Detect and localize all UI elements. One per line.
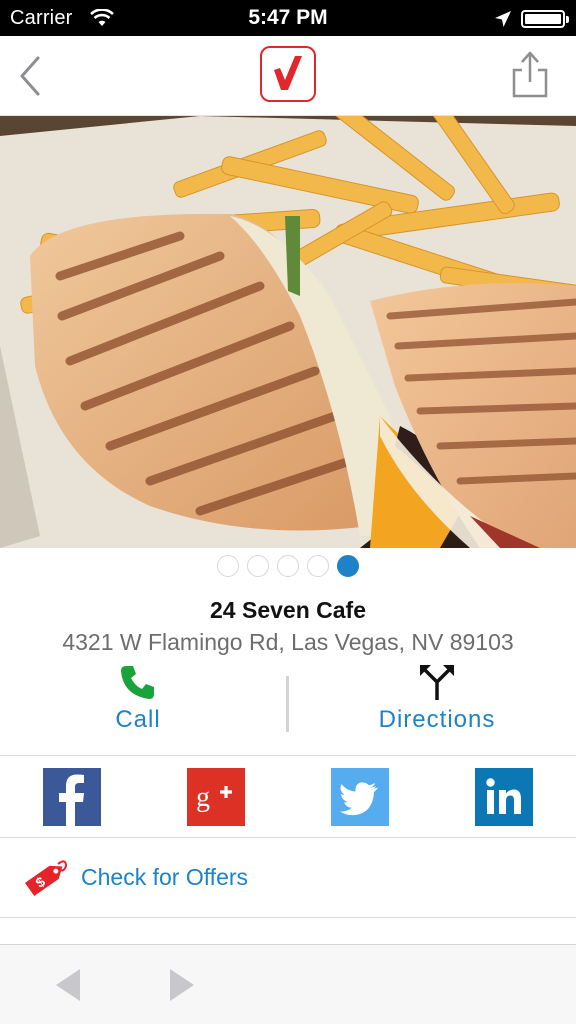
directions-button[interactable]: Directions xyxy=(340,662,534,740)
business-name: 24 Seven Cafe xyxy=(210,597,366,623)
share-button[interactable] xyxy=(510,50,550,100)
check-offers-row[interactable]: $ Check for Offers xyxy=(0,840,576,916)
app-logo xyxy=(260,46,316,102)
check-offers-label: Check for Offers xyxy=(81,864,249,890)
triangle-left-icon xyxy=(56,969,80,1001)
svg-text:g: g xyxy=(196,782,210,813)
divider xyxy=(0,837,576,838)
pager-dot-active[interactable] xyxy=(337,555,359,577)
facebook-icon xyxy=(59,774,84,826)
clock: 5:47 PM xyxy=(248,6,328,29)
google-plus-button[interactable]: g xyxy=(187,768,245,826)
google-plus-icon: g xyxy=(196,782,232,813)
phone-icon xyxy=(121,666,154,699)
triangle-right-icon xyxy=(170,969,194,1001)
back-button[interactable] xyxy=(14,54,48,98)
location-arrow-icon xyxy=(495,11,511,27)
twitter-button[interactable] xyxy=(331,768,389,826)
share-icon xyxy=(512,51,548,98)
toolbar-forward-button[interactable] xyxy=(160,965,200,1005)
battery-icon xyxy=(521,10,569,28)
toolbar-back-button[interactable] xyxy=(50,965,90,1005)
pager-dot[interactable] xyxy=(217,555,239,577)
bottom-toolbar xyxy=(0,944,576,1024)
directions-label: Directions xyxy=(378,706,496,733)
price-tag-icon: $ xyxy=(25,860,68,897)
action-divider xyxy=(286,676,289,732)
divider xyxy=(0,755,576,756)
chevron-left-icon xyxy=(20,56,40,96)
linkedin-button[interactable] xyxy=(475,768,533,826)
facebook-button[interactable] xyxy=(43,768,101,826)
gallery-pager[interactable] xyxy=(0,555,576,579)
pager-dot[interactable] xyxy=(247,555,269,577)
pager-dot[interactable] xyxy=(307,555,329,577)
call-button[interactable]: Call xyxy=(60,662,216,740)
checkmark-logo-icon xyxy=(274,56,302,90)
divider xyxy=(0,917,576,918)
twitter-icon xyxy=(340,782,378,816)
business-address: 4321 W Flamingo Rd, Las Vegas, NV 89103 xyxy=(62,629,514,655)
nav-bar xyxy=(0,36,576,116)
call-label: Call xyxy=(115,706,161,733)
linkedin-icon xyxy=(486,778,521,814)
directions-fork-icon xyxy=(420,665,454,700)
pager-dot[interactable] xyxy=(277,555,299,577)
status-bar: Carrier 5:47 PM xyxy=(0,0,576,36)
food-photo xyxy=(0,116,576,548)
photo-gallery[interactable] xyxy=(0,116,576,548)
